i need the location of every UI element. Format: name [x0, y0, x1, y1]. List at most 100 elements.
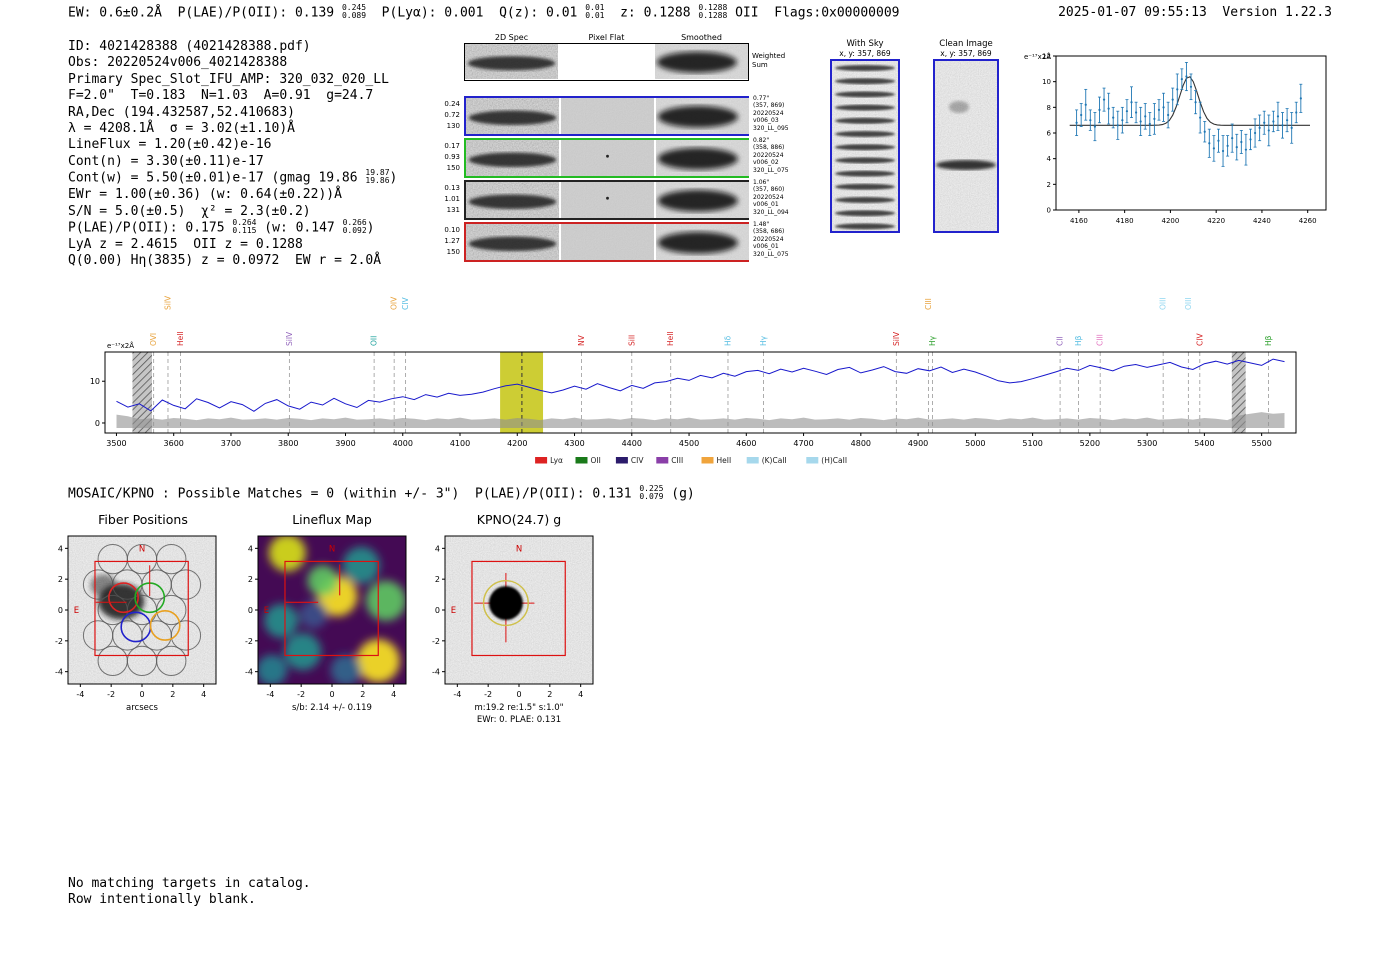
data-point	[1171, 98, 1174, 101]
y-tick-label: -2	[55, 637, 63, 646]
y-tick-label: 2	[1047, 181, 1051, 189]
sky-fiber-stripe	[835, 117, 895, 124]
emission-line-label: OII	[370, 336, 379, 346]
cutout-cell-spec	[465, 44, 558, 79]
cutout-spec	[466, 98, 559, 134]
info-line: LineFlux = 1.20(±0.42)e-16	[68, 137, 397, 153]
emission-line-label: OVI	[149, 333, 158, 346]
x-tick-label: -4	[76, 690, 84, 699]
smoothed-band	[657, 105, 738, 128]
row-left-label: 0.10	[444, 226, 460, 234]
y-tick-label: 2	[435, 575, 440, 584]
info-text: Q(0.00) Hη(3835) z = 0.0972 EW r = 2.0Å	[68, 253, 382, 269]
x-tick-label: 5500	[1251, 439, 1271, 448]
noise-texture	[935, 61, 997, 231]
data-point	[1189, 85, 1193, 88]
cutout-spec	[466, 140, 559, 176]
fiber-cutout-row	[464, 180, 749, 220]
y-tick-label: 2	[248, 575, 253, 584]
x-tick-label: 4100	[450, 439, 470, 448]
x-tick-label: 4180	[1116, 217, 1134, 225]
row-left-label: 0.24	[444, 100, 460, 108]
data-point	[1231, 137, 1234, 140]
data-point	[1180, 78, 1183, 81]
row-fiber-annotation-line: 20220524	[753, 151, 784, 159]
row-left-label: 0.17	[444, 142, 460, 150]
x-tick-label: 4600	[736, 439, 756, 448]
sky-fiber-stripe	[835, 170, 895, 177]
emission-line-label: SiII	[627, 335, 636, 346]
data-point	[1144, 115, 1147, 118]
flux-blob	[284, 633, 322, 671]
row-left-label: 0.93	[444, 153, 460, 161]
clean-image-title: Clean Image	[939, 39, 993, 49]
data-point	[1134, 111, 1138, 114]
flux-blob	[258, 654, 288, 684]
data-point	[1107, 107, 1110, 110]
row-fiber-annotation-line: 1.48"	[753, 221, 770, 228]
x-tick-label: -2	[297, 690, 305, 699]
mosaic-text: MOSAIC/KPNO : Possible Matches = 0 (with…	[68, 486, 640, 502]
y-tick-label: 10	[1042, 78, 1051, 86]
info-line: P(LAE)/P(OII): 0.175 0.264 0.115 (w: 0.14…	[68, 218, 397, 237]
legend-swatch	[535, 457, 548, 464]
x-tick-label: 0	[516, 690, 521, 699]
data-point	[1290, 126, 1293, 129]
clean-faint-blob	[949, 101, 969, 113]
line-zoom-plot: 0246810124160 4180 4200 4220 4240 4260e⁻¹⁷x2Å	[1024, 52, 1327, 225]
row-left-label: 0.13	[444, 184, 460, 192]
cutout-cell-flat	[561, 98, 654, 134]
emission-line-label: Hγ	[759, 335, 768, 346]
with-sky-coords: x, y: 357, 869	[839, 49, 891, 58]
row-fiber-annotation-line: (358, 686)	[753, 228, 785, 236]
sky-fiber-stripe	[835, 131, 895, 137]
info-line: Obs: 20220524v006_4021428388	[68, 55, 397, 71]
emission-line-label: Hβ	[1074, 335, 1083, 346]
y-tick-label: 4	[435, 544, 440, 553]
row-fiber-annotation-line: v006_01	[753, 201, 779, 209]
emission-line-label: CIII	[924, 298, 933, 310]
info-text: F=2.0" T=0.183 N=1.03 A=0.91 g=24.7	[68, 88, 374, 104]
x-tick-label: 4160	[1070, 217, 1088, 225]
clean-detection-band	[936, 160, 996, 170]
row-fiber-annotation-line: 1.06"	[753, 179, 770, 186]
panel-image-area: NE	[258, 536, 406, 684]
row-fiber-annotation-line: v006_02	[753, 159, 779, 167]
x-tick-label: 5300	[1137, 439, 1157, 448]
cutout-flat	[561, 140, 654, 176]
smoothed-band	[657, 231, 738, 254]
data-point	[1203, 130, 1206, 133]
data-point	[1153, 117, 1156, 120]
info-line: Cont(n) = 3.30(±0.11)e-17	[68, 154, 397, 170]
row-fiber-annotation-line: 320_LL_075	[753, 250, 789, 258]
y-tick-label: -2	[245, 637, 253, 646]
x-tick-label: 4	[201, 690, 206, 699]
kpno-g-title: KPNO(24.7) g	[476, 512, 562, 527]
emission-band	[468, 110, 557, 125]
east-label: E	[451, 606, 456, 616]
smoothed-band	[656, 51, 737, 73]
x-tick-label: 5400	[1194, 439, 1214, 448]
row-left-scale-labels: 0.24 0.72 130	[430, 99, 460, 132]
legend-swatch	[701, 457, 714, 464]
east-label: E	[264, 606, 269, 616]
emission-line-label: CIV	[401, 297, 410, 310]
flat-defect-dot	[606, 196, 609, 200]
cutout-cell-smooth	[656, 140, 749, 176]
data-point	[1286, 119, 1289, 122]
clean-image-coords: x, y: 357, 869	[940, 49, 992, 58]
mosaic-error-stack: 0.225 0.079	[639, 484, 664, 501]
info-error-stack: 19.87 19.86	[365, 168, 390, 186]
info-line: ID: 4021428388 (4021428388.pdf)	[68, 39, 397, 55]
cutout-cell-spec	[466, 224, 559, 260]
x-tick-label: 2	[170, 690, 175, 699]
x-tick-label: 4	[578, 690, 583, 699]
sky-fiber-stripe	[835, 210, 895, 217]
x-tick-label: 4400	[622, 439, 642, 448]
row-fiber-annotation: 1.06" (357, 860) 20220524 v006_01 320_LL_094	[753, 179, 825, 216]
flux-blob	[342, 546, 380, 584]
data-point	[1093, 125, 1096, 128]
row-left-label: 131	[446, 206, 460, 214]
with-sky-image	[830, 59, 900, 233]
header-text: EW: 0.6±0.2Å P(LAE)/P(OII): 0.139	[68, 5, 342, 21]
